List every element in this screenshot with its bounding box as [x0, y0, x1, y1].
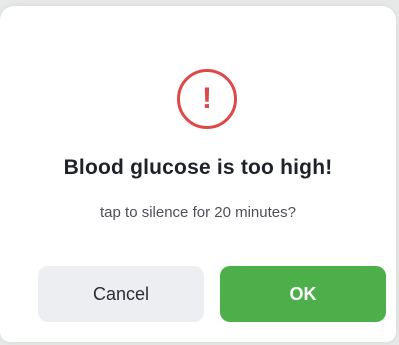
cancel-button[interactable]: Cancel: [38, 266, 204, 322]
ok-button[interactable]: OK: [220, 266, 386, 322]
dialog-title: Blood glucose is too high!: [63, 156, 333, 179]
exclamation-icon: !: [177, 69, 237, 129]
dialog-message: tap to silence for 20 minutes?: [100, 204, 296, 221]
exclamation-glyph: !: [202, 82, 212, 115]
alert-dialog: ! Blood glucose is too high! tap to sile…: [0, 6, 396, 342]
